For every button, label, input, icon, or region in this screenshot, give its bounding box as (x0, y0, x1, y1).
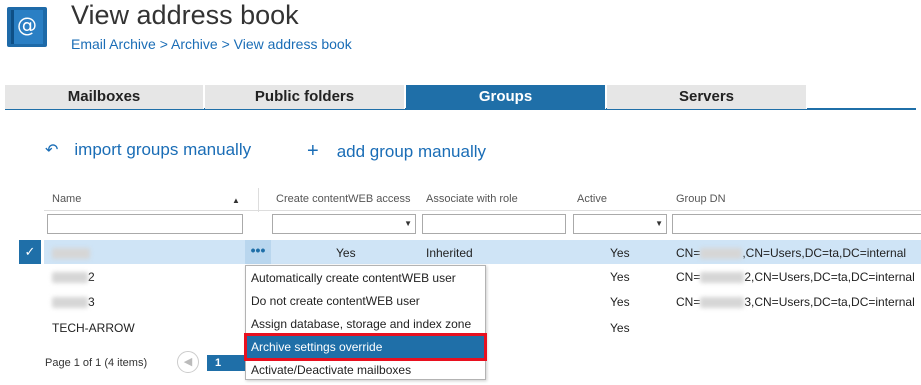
create-access-filter-select[interactable]: ▼ (272, 214, 416, 234)
column-divider (258, 188, 259, 212)
column-header-create-access[interactable]: Create contentWEB access (276, 193, 411, 205)
breadcrumb: Email Archive > Archive > View address b… (71, 36, 352, 52)
role-filter-input[interactable] (422, 214, 566, 234)
breadcrumb-separator: > (221, 36, 230, 52)
plus-icon: + (307, 140, 319, 162)
row-name: 2 (52, 270, 95, 284)
row-group-dn: CN= 3,CN=Users,DC=ta,DC=internal (676, 295, 915, 309)
chevron-down-icon: ▼ (655, 219, 663, 228)
ellipsis-icon[interactable]: ••• (245, 240, 271, 264)
import-groups-button[interactable]: ↶ import groups manually (45, 140, 251, 160)
row-role: Inherited (426, 246, 473, 260)
breadcrumb-view-address-book[interactable]: View address book (234, 36, 352, 52)
breadcrumb-email-archive[interactable]: Email Archive (71, 36, 156, 52)
tab-servers[interactable]: Servers (607, 85, 807, 109)
column-header-name[interactable]: Name (52, 193, 81, 205)
row-active: Yes (610, 295, 630, 309)
row-active: Yes (610, 246, 630, 260)
pager-summary: Page 1 of 1 (4 items) (45, 357, 148, 369)
add-group-button[interactable]: + add group manually (307, 140, 486, 163)
import-groups-label: import groups manually (74, 140, 252, 159)
menu-item-no-create-user[interactable]: Do not create contentWEB user (247, 290, 484, 312)
column-header-role[interactable]: Associate with role (426, 193, 518, 205)
column-header-group-dn[interactable]: Group DN (676, 193, 726, 205)
menu-item-auto-create-user[interactable]: Automatically create contentWEB user (247, 267, 484, 289)
menu-item-archive-settings-override[interactable]: Archive settings override (244, 333, 487, 361)
row-context-menu: Automatically create contentWEB user Do … (244, 265, 487, 381)
group-dn-filter-input[interactable] (672, 214, 921, 234)
menu-item-activate-deactivate[interactable]: Activate/Deactivate mailboxes (247, 359, 484, 381)
row-name: 3 (52, 295, 95, 309)
menu-item-assign-database[interactable]: Assign database, storage and index zone (247, 313, 484, 335)
row-group-dn: CN= 2,CN=Users,DC=ta,DC=internal (676, 270, 915, 284)
row-name (52, 246, 90, 260)
row-active: Yes (610, 321, 630, 335)
active-filter-select[interactable]: ▼ (573, 214, 667, 234)
add-group-label: add group manually (336, 141, 487, 161)
tab-mailboxes[interactable]: Mailboxes (5, 85, 204, 109)
tab-bar: Mailboxes Public folders Groups Servers (5, 85, 916, 110)
sort-ascending-icon[interactable]: ▲ (232, 196, 240, 205)
column-header-active[interactable]: Active (577, 193, 607, 205)
current-page-button[interactable]: 1 (207, 355, 245, 371)
chevron-left-icon[interactable]: ◀ (177, 351, 199, 373)
checkmark-icon[interactable]: ✓ (19, 240, 41, 264)
row-active: Yes (610, 270, 630, 284)
page-title: View address book (71, 0, 299, 30)
tab-groups[interactable]: Groups (406, 85, 606, 109)
breadcrumb-separator: > (159, 36, 168, 52)
chevron-down-icon: ▼ (404, 219, 412, 228)
address-book-icon: @ (7, 7, 47, 47)
name-filter-input[interactable] (47, 214, 243, 234)
table-row[interactable]: Yes Inherited Yes CN= ,CN=Users,DC=ta,DC=… (44, 240, 921, 264)
breadcrumb-archive[interactable]: Archive (171, 36, 218, 52)
tab-public-folders[interactable]: Public folders (205, 85, 405, 109)
row-create-access: Yes (336, 246, 356, 260)
row-name: TECH-ARROW (52, 321, 135, 335)
header-divider (44, 210, 921, 211)
undo-arrow-icon: ↶ (45, 142, 59, 159)
row-group-dn: CN= ,CN=Users,DC=ta,DC=internal (676, 246, 907, 260)
